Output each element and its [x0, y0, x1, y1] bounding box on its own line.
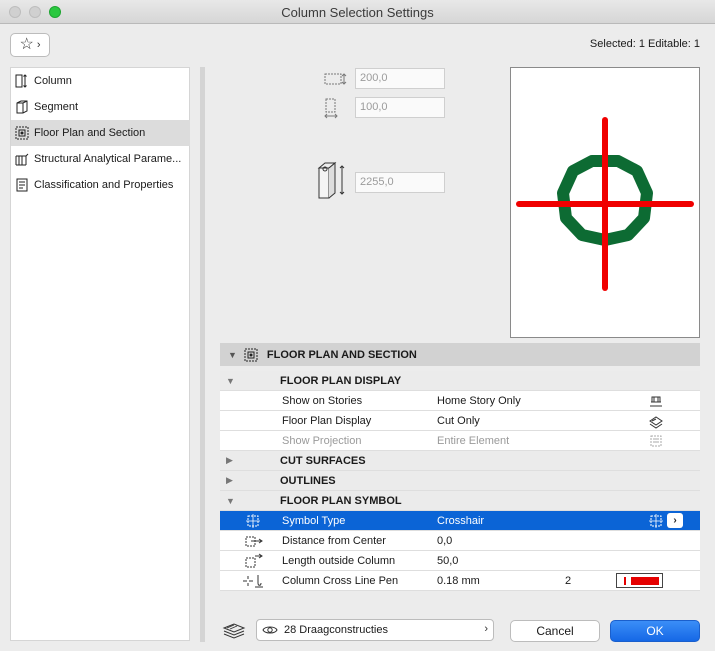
- group-label: FLOOR PLAN DISPLAY: [280, 374, 402, 387]
- cut-display-icon: [648, 413, 664, 429]
- distance-from-center-icon: [242, 533, 264, 549]
- sidebar-item-label: Column: [34, 75, 72, 87]
- symbol-preview: [510, 67, 700, 338]
- eye-icon: [262, 624, 278, 636]
- segment-icon: [14, 99, 30, 115]
- collapsed-triangle-icon: ▶: [226, 475, 233, 485]
- row-value: Entire Element: [437, 434, 510, 447]
- dimension-fields: 200,0 100,0 2255,0: [215, 67, 500, 337]
- footer-bar: 28 Draagconstructies › Cancel OK: [220, 617, 700, 643]
- layer-selector[interactable]: 28 Draagconstructies ›: [256, 619, 494, 641]
- expanded-triangle-icon: ▼: [226, 495, 235, 506]
- cross-line-pen-icon: [242, 573, 264, 589]
- row-name: Distance from Center: [282, 534, 386, 547]
- story-icon: [648, 393, 664, 409]
- layers-icon: [222, 620, 246, 640]
- pen-swatch-bar: [631, 577, 659, 585]
- group-floor-plan-symbol[interactable]: ▼ FLOOR PLAN SYMBOL: [220, 491, 700, 511]
- chevron-right-icon: ›: [484, 623, 488, 635]
- group-cut-surfaces[interactable]: ▶ CUT SURFACES: [220, 451, 700, 471]
- row-name: Show Projection: [282, 434, 362, 447]
- panel-header[interactable]: ▼ FLOOR PLAN AND SECTION: [220, 343, 700, 366]
- title-bar: Column Selection Settings: [0, 0, 715, 24]
- sidebar-item-label: Floor Plan and Section: [34, 127, 146, 139]
- width-dimension-icon: [323, 71, 349, 90]
- row-show-on-stories[interactable]: Show on Stories Home Story Only: [220, 391, 700, 411]
- sidebar-item-label: Structural Analytical Parame...: [34, 153, 182, 165]
- pen-number: 2: [565, 574, 572, 587]
- group-label: OUTLINES: [280, 474, 336, 487]
- sidebar-item-label: Segment: [34, 101, 79, 113]
- sidebar-item-label: Classification and Properties: [34, 179, 174, 191]
- collapsed-triangle-icon: ▶: [226, 455, 233, 465]
- width-field[interactable]: 200,0: [355, 68, 445, 89]
- row-value: Cut Only: [437, 414, 480, 427]
- row-distance-from-center[interactable]: Distance from Center 0,0: [220, 531, 700, 551]
- pen-color-swatch[interactable]: [616, 573, 663, 588]
- row-value: 0.18 mm: [437, 574, 480, 587]
- height-dimension-icon: [315, 160, 349, 203]
- group-outlines[interactable]: ▶ OUTLINES: [220, 471, 700, 491]
- row-value: Home Story Only: [437, 394, 521, 407]
- ok-button[interactable]: OK: [610, 620, 700, 642]
- chevron-right-icon: ›: [36, 39, 41, 51]
- floor-plan-icon: [243, 347, 259, 363]
- selection-info: Selected: 1 Editable: 1: [589, 38, 700, 50]
- projection-icon: [648, 433, 664, 449]
- row-value: 0,0: [437, 534, 453, 547]
- row-value: Crosshair: [437, 514, 485, 527]
- classification-icon: [14, 177, 30, 193]
- row-name: Length outside Column: [282, 554, 396, 567]
- row-length-outside-column[interactable]: Length outside Column 50,0: [220, 551, 700, 571]
- row-symbol-type[interactable]: Symbol Type Crosshair ›: [220, 511, 700, 531]
- column-icon: [14, 73, 30, 89]
- structural-analytical-icon: [14, 151, 30, 167]
- crosshair-symbol-icon: [648, 513, 664, 529]
- row-name: Symbol Type: [282, 514, 346, 527]
- favorites-button[interactable]: ☆ ›: [10, 33, 50, 57]
- row-name: Floor Plan Display: [282, 414, 372, 427]
- group-floor-plan-display[interactable]: ▼ FLOOR PLAN DISPLAY: [220, 371, 700, 391]
- height-field[interactable]: 2255,0: [355, 172, 445, 193]
- sidebar-item-classification[interactable]: Classification and Properties: [11, 172, 190, 198]
- length-outside-icon: [242, 553, 264, 569]
- pen-swatch-tick: [624, 577, 626, 585]
- group-label: FLOOR PLAN SYMBOL: [280, 494, 402, 507]
- row-name: Column Cross Line Pen: [282, 574, 399, 587]
- symbol-type-chevron-button[interactable]: ›: [667, 513, 683, 528]
- group-label: CUT SURFACES: [280, 454, 366, 467]
- sidebar-item-structural-analytical[interactable]: Structural Analytical Parame...: [11, 146, 190, 172]
- window-title: Column Selection Settings: [281, 5, 434, 20]
- row-floor-plan-display[interactable]: Floor Plan Display Cut Only: [220, 411, 700, 431]
- layer-name: 28 Draagconstructies: [284, 624, 388, 636]
- sidebar-item-segment[interactable]: Segment: [11, 94, 190, 120]
- sidebar-item-floor-plan-and-section[interactable]: Floor Plan and Section: [11, 120, 190, 146]
- cancel-button[interactable]: Cancel: [510, 620, 600, 642]
- floor-plan-icon: [14, 125, 30, 141]
- expanded-triangle-icon: ▼: [226, 375, 235, 386]
- row-show-projection: Show Projection Entire Element: [220, 431, 700, 451]
- depth-dimension-icon: [323, 97, 339, 124]
- symbol-type-icon: [242, 513, 264, 529]
- row-column-cross-line-pen[interactable]: Column Cross Line Pen 0.18 mm 2: [220, 571, 700, 591]
- dialog-window: Column Selection Settings ☆ › Selected: …: [0, 0, 715, 651]
- row-name: Show on Stories: [282, 394, 363, 407]
- star-icon: ☆: [19, 36, 34, 53]
- row-value: 50,0: [437, 554, 459, 567]
- panel-title: FLOOR PLAN AND SECTION: [266, 348, 417, 361]
- sidebar-item-column[interactable]: Column: [11, 68, 190, 94]
- splitter-handle[interactable]: [200, 67, 205, 642]
- depth-field[interactable]: 100,0: [355, 97, 445, 118]
- settings-sidebar: Column Segment Floor Plan and Section St…: [10, 67, 190, 641]
- collapse-triangle-icon: ▼: [228, 349, 237, 360]
